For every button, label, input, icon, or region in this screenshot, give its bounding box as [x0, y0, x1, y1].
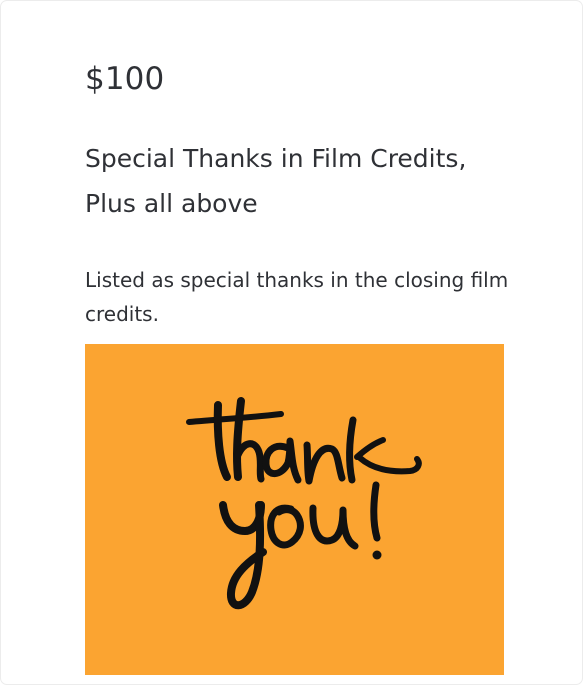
reward-price: $100	[85, 61, 165, 97]
reward-description: Listed as special thanks in the closing …	[85, 268, 509, 326]
reward-title: Special Thanks in Film Credits, Plus all…	[85, 144, 467, 218]
thank-you-image	[85, 344, 504, 675]
thank-you-illustration	[85, 344, 504, 675]
reward-card[interactable]: $100 Special Thanks in Film Credits, Plu…	[0, 0, 583, 685]
